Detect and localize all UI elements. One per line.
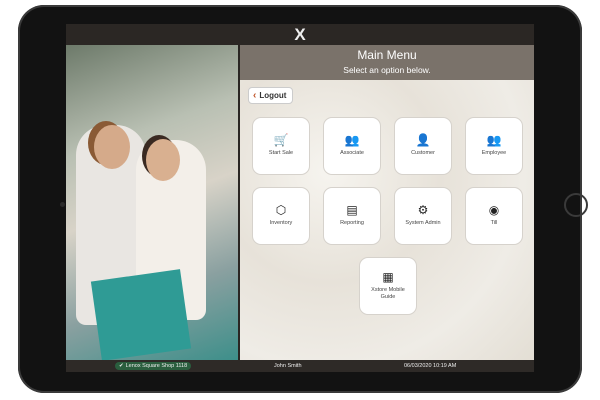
tile-label: Customer (411, 150, 435, 157)
tile-till[interactable]: ◉ Till (465, 187, 523, 245)
main-menu-panel: Main Menu Select an option below. ‹ Logou… (240, 45, 534, 360)
cash-icon: ◉ (488, 203, 500, 218)
guide-icon: ▦ (382, 269, 394, 284)
tile-label: Associate (340, 150, 364, 157)
documents-icon: ▤ (346, 203, 358, 218)
person-icon: 👤 (415, 133, 431, 148)
tile-label: Xstore Mobile Guide (371, 286, 405, 300)
page-subtitle: Select an option below. (343, 65, 431, 75)
check-circle-icon: ✔ (119, 363, 124, 369)
screen: X Main Menu Select an option below. ‹ Log… (66, 24, 534, 372)
status-bar: ✔ Lenox Square Shop 1118 John Smith 06/03… (66, 360, 534, 372)
store-name: Lenox Square Shop 1118 (125, 363, 188, 369)
cart-icon: 🛒 (273, 133, 289, 148)
home-button[interactable] (564, 193, 588, 217)
logout-button[interactable]: ‹ Logout (248, 87, 294, 104)
xstore-logo: X (294, 24, 306, 44)
tile-label: Reporting (340, 220, 364, 227)
tile-employee[interactable]: 👥 Employee (465, 117, 523, 175)
tile-label: Start Sale (268, 150, 294, 157)
gear-icon: ⚙ (417, 203, 429, 218)
group-icon: 👥 (344, 133, 360, 148)
datetime: 06/03/2020 10:19 AM (404, 363, 457, 369)
tile-associate[interactable]: 👥 Associate (323, 117, 381, 175)
camera (60, 202, 65, 207)
hero-photo (66, 45, 238, 361)
tile-xstore-mobile-guide[interactable]: ▦ Xstore Mobile Guide (359, 257, 417, 315)
user-name: John Smith (274, 363, 302, 369)
chevron-left-icon: ‹ (253, 90, 257, 101)
tile-reporting[interactable]: ▤ Reporting (323, 187, 381, 245)
tile-label: System Admin (405, 220, 441, 227)
page-title: Main Menu (357, 48, 417, 62)
tile-label: Inventory (269, 220, 293, 227)
tile-start-sale[interactable]: 🛒 Start Sale (252, 117, 310, 175)
tile-customer[interactable]: 👤 Customer (394, 117, 452, 175)
menu-header: Main Menu Select an option below. (240, 45, 534, 80)
tile-system-admin[interactable]: ⚙ System Admin (394, 187, 452, 245)
tile-label: Till (490, 220, 498, 227)
top-bar: X (66, 24, 534, 45)
store-badge: ✔ Lenox Square Shop 1118 (115, 362, 192, 370)
group-icon: 👥 (486, 133, 502, 148)
tile-inventory[interactable]: ⬡ Inventory (252, 187, 310, 245)
logout-label: Logout (259, 91, 287, 100)
tile-label: Employee (481, 150, 507, 157)
box-icon: ⬡ (275, 203, 287, 218)
